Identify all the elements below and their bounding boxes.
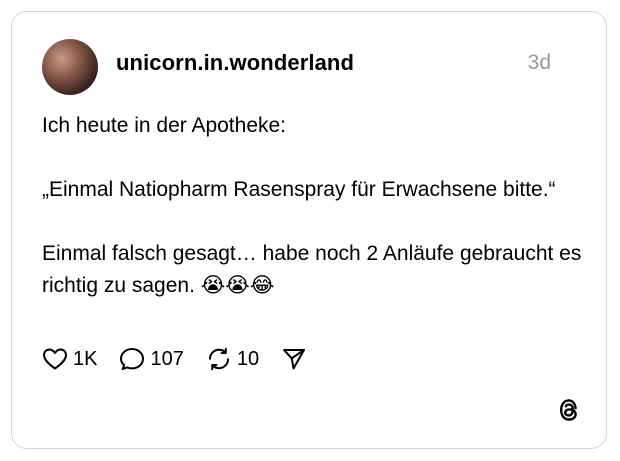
like-button[interactable]: 1K bbox=[42, 347, 97, 371]
post-text-line: „Einmal Natiopharm Rasenspray für Erwach… bbox=[42, 178, 556, 201]
speech-bubble-icon bbox=[120, 348, 145, 370]
post-text: Ich heute in der Apotheke: „Einmal Natio… bbox=[42, 110, 582, 302]
repost-button[interactable]: 10 bbox=[206, 346, 259, 372]
heart-icon bbox=[43, 348, 67, 370]
threads-logo-icon bbox=[559, 399, 577, 421]
reply-count: 107 bbox=[150, 347, 184, 370]
share-button[interactable] bbox=[281, 346, 307, 372]
post-text-line: Einmal falsch gesagt… habe noch 2 Anläuf… bbox=[42, 242, 582, 297]
repost-icon bbox=[208, 347, 229, 371]
post-timestamp: 3d bbox=[527, 51, 551, 74]
post-text-line: Ich heute in der Apotheke: bbox=[42, 114, 287, 137]
repost-count: 10 bbox=[236, 347, 260, 370]
username[interactable]: unicorn.in.wonderland bbox=[116, 50, 354, 76]
action-bar: 1K 107 10 bbox=[42, 345, 329, 373]
like-count: 1K bbox=[73, 347, 98, 370]
send-icon bbox=[283, 349, 306, 370]
post-card[interactable]: unicorn.in.wonderland 3d Ich heute in de… bbox=[11, 11, 607, 449]
avatar[interactable] bbox=[42, 39, 98, 95]
reply-button[interactable]: 107 bbox=[119, 346, 184, 372]
